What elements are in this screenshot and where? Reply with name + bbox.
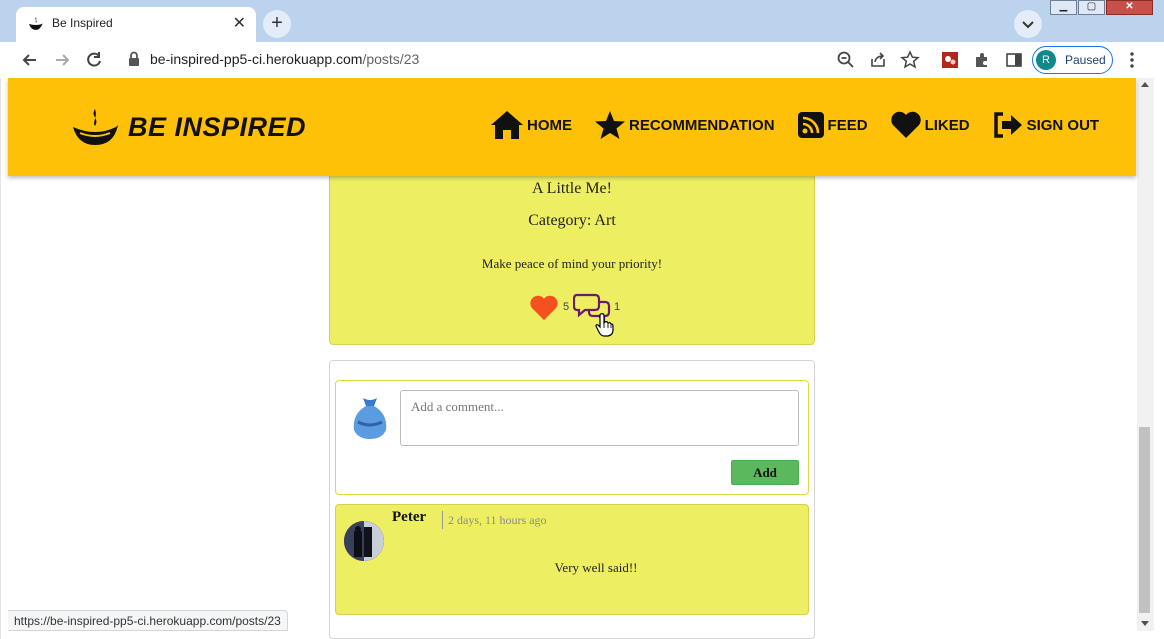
lock-icon[interactable] <box>128 51 140 67</box>
page-viewport: BE INSPIRED HOME RECOMMENDATION FEED LIK… <box>0 78 1164 639</box>
likes-count: 5 <box>563 301 570 313</box>
star-icon <box>595 111 625 139</box>
lamp-icon <box>29 17 43 30</box>
new-tab-button[interactable]: + <box>263 10 291 38</box>
lamp-logo-icon <box>73 109 118 145</box>
nav-feed-label: FEED <box>827 116 868 134</box>
share-icon[interactable] <box>868 50 888 70</box>
tab-title: Be Inspired <box>52 16 113 30</box>
post-title: A Little Me! <box>532 180 612 197</box>
commenter-avatar[interactable] <box>344 521 384 561</box>
reload-icon[interactable] <box>84 50 104 70</box>
scroll-thumb[interactable] <box>1139 427 1150 613</box>
zoom-out-icon[interactable] <box>836 50 856 70</box>
profile-button[interactable]: R Paused <box>1032 46 1113 74</box>
like-heart-icon[interactable] <box>529 295 559 321</box>
browser-tab[interactable]: Be Inspired ✕ <box>16 7 256 42</box>
url-path: /posts/23 <box>362 51 420 67</box>
nav-recommendation[interactable]: RECOMMENDATION <box>594 110 775 140</box>
comment-text: Very well said!! <box>554 560 638 575</box>
tab-search-button[interactable] <box>1014 10 1042 38</box>
nav-recommendation-label: RECOMMENDATION <box>629 116 775 134</box>
scroll-down-arrow-icon[interactable] <box>1141 621 1149 626</box>
browser-tab-strip: Be Inspired ✕ + ▁ ▢ ✕ <box>0 0 1164 42</box>
tab-close-icon[interactable]: ✕ <box>233 13 246 33</box>
comment-author[interactable]: Peter <box>392 509 426 526</box>
nav-liked-label: LIKED <box>924 116 970 134</box>
side-panel-icon[interactable] <box>1004 50 1024 70</box>
brand-name: BE INSPIRED <box>128 111 307 142</box>
user-avatar <box>353 398 387 439</box>
link-status-bubble: https://be-inspired-pp5-ci.herokuapp.com… <box>8 610 288 631</box>
address-bar[interactable]: be-inspired-pp5-ci.herokuapp.com/posts/2… <box>150 51 419 67</box>
add-comment-button[interactable]: Add <box>731 460 799 485</box>
site-navbar: BE INSPIRED HOME RECOMMENDATION FEED LIK… <box>8 78 1136 176</box>
comments-section: Add Peter 2 days, 11 hours ago Very well… <box>329 360 815 639</box>
chevron-down-icon <box>1022 21 1034 29</box>
extension-icon[interactable] <box>940 50 960 70</box>
profile-avatar: R <box>1036 50 1056 70</box>
comment-divider <box>442 511 443 529</box>
scroll-up-arrow-icon[interactable] <box>1141 82 1149 87</box>
nav-sign-out-label: SIGN OUT <box>1026 116 1100 134</box>
comment-item: Peter 2 days, 11 hours ago Very well sai… <box>335 504 809 615</box>
comments-count: 1 <box>614 301 621 313</box>
browser-toolbar: be-inspired-pp5-ci.herokuapp.com/posts/2… <box>0 42 1164 78</box>
window-controls: ▁ ▢ ✕ <box>1050 0 1154 16</box>
profile-status: Paused <box>1065 53 1106 67</box>
minimize-button[interactable]: ▁ <box>1050 0 1077 15</box>
heart-icon <box>890 111 921 138</box>
back-arrow-icon[interactable] <box>20 50 40 70</box>
nav-home-label: HOME <box>527 116 572 134</box>
forward-arrow-icon[interactable] <box>52 50 72 70</box>
puzzle-icon[interactable] <box>972 50 992 70</box>
comment-timestamp: 2 days, 11 hours ago <box>448 513 547 527</box>
more-menu-icon[interactable] <box>1124 50 1140 70</box>
brand-link[interactable]: BE INSPIRED <box>72 106 306 148</box>
home-icon <box>491 111 523 139</box>
nav-links: HOME RECOMMENDATION FEED LIKED SIGN OUT <box>490 110 1121 140</box>
nav-sign-out[interactable]: SIGN OUT <box>992 110 1100 140</box>
sign-out-icon <box>993 112 1022 138</box>
comment-form: Add <box>335 380 809 495</box>
nav-liked[interactable]: LIKED <box>890 110 970 140</box>
comment-input[interactable] <box>400 390 799 446</box>
maximize-button[interactable]: ▢ <box>1078 0 1105 15</box>
rss-icon <box>797 112 824 138</box>
window-close-button[interactable]: ✕ <box>1106 0 1153 15</box>
post-content: Make peace of mind your priority! <box>481 256 663 271</box>
post-category: Category: Art <box>528 212 616 229</box>
bookmark-star-icon[interactable] <box>900 50 920 70</box>
page-scrollbar[interactable] <box>1137 78 1154 631</box>
url-host: be-inspired-pp5-ci.herokuapp.com <box>150 51 363 67</box>
commenter-photo <box>344 521 384 561</box>
nav-feed[interactable]: FEED <box>797 110 868 140</box>
hand-pointer-cursor-icon <box>595 313 614 337</box>
nav-home[interactable]: HOME <box>490 110 572 140</box>
